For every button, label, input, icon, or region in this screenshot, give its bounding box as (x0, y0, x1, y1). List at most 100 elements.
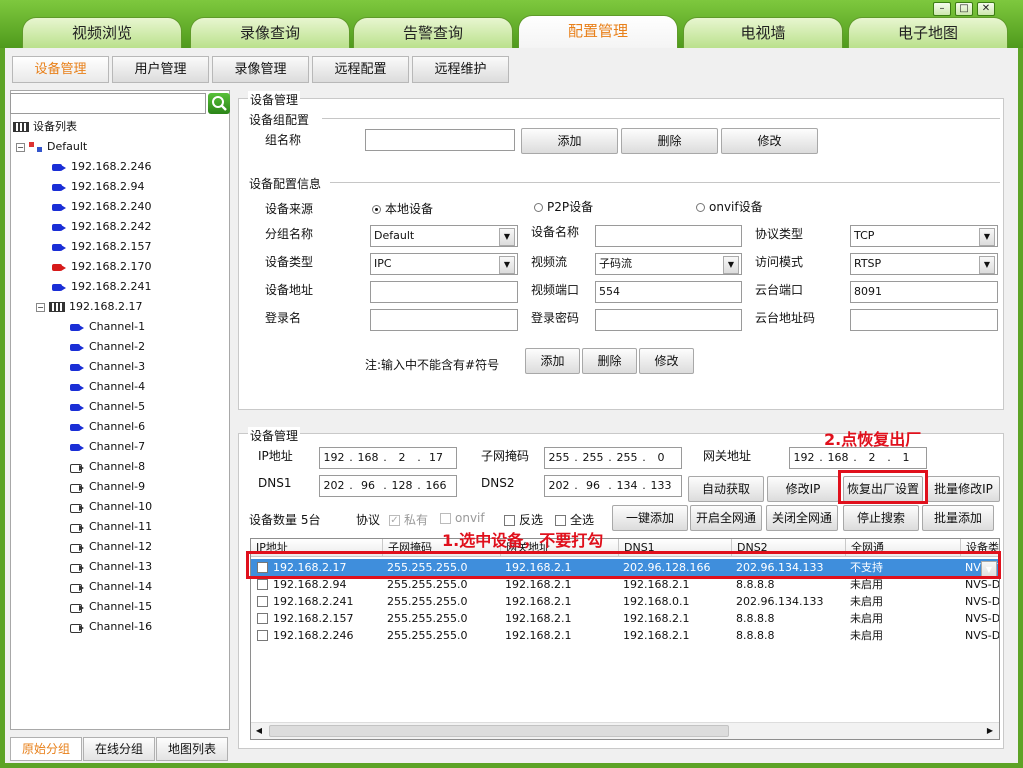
table-row[interactable]: 192.168.2.157 255.255.255.0 192.168.2.1 192… (251, 610, 999, 627)
protocol-select[interactable]: TCP (850, 225, 998, 247)
batch-modify-ip-button[interactable]: 批量修改IP (927, 476, 1000, 502)
scroll-right-icon[interactable]: ▶ (982, 723, 998, 739)
tab-bottom-2[interactable]: 在线分组 (83, 737, 155, 761)
source-p2p-radio[interactable]: P2P设备 (534, 198, 593, 215)
access-mode-select[interactable]: RTSP (850, 253, 998, 275)
tab-sub-1[interactable]: 设备管理 (12, 56, 109, 83)
protocol-label: 协议类型 (755, 227, 804, 241)
row-checkbox[interactable] (257, 579, 268, 590)
row-checkbox[interactable] (257, 630, 268, 641)
scrollbar-thumb[interactable] (269, 725, 729, 737)
group-add-button[interactable]: 添加 (521, 128, 618, 154)
tree-channel[interactable]: Channel-16 (70, 618, 152, 636)
open-all-network-button[interactable]: 开启全网通 (690, 505, 762, 531)
tree-device[interactable]: 192.168.2.170 (52, 258, 151, 276)
group-name-input[interactable] (365, 129, 515, 151)
minimize-icon[interactable]: – (933, 2, 951, 16)
tab-sub-4[interactable]: 远程配置 (312, 56, 409, 83)
dns1-input[interactable]: 202. 96. 128. 166 (319, 475, 457, 497)
tab-sub-3[interactable]: 录像管理 (212, 56, 309, 83)
divider (322, 118, 1000, 119)
tree-device[interactable]: 192.168.2.240 (52, 198, 151, 216)
ptz-address-input[interactable] (850, 309, 998, 331)
select-all-checkbox[interactable]: 全选 (555, 511, 594, 528)
tree-channel[interactable]: Channel-1 (70, 318, 145, 336)
source-local-radio[interactable]: 本地设备 (372, 200, 433, 217)
password-input[interactable] (595, 309, 742, 331)
tab-main-1[interactable]: 视频浏览 (22, 17, 182, 49)
search-button[interactable] (208, 93, 230, 114)
tree-channel[interactable]: Channel-11 (70, 518, 152, 536)
close-icon[interactable]: ✕ (977, 2, 995, 16)
one-click-add-button[interactable]: 一键添加 (612, 505, 688, 531)
tree-channel[interactable]: Channel-10 (70, 498, 152, 516)
search-input[interactable] (10, 93, 206, 114)
table-row[interactable]: 192.168.2.241 255.255.255.0 192.168.2.1 192… (251, 593, 999, 610)
tree-channel[interactable]: Channel-5 (70, 398, 145, 416)
collapse-icon[interactable]: − (16, 142, 25, 152)
tree-channel[interactable]: Channel-7 (70, 438, 145, 456)
tab-bottom-1[interactable]: 原始分组 (10, 737, 82, 761)
tree-channel[interactable]: Channel-12 (70, 538, 152, 556)
tree-device[interactable]: 192.168.2.242 (52, 218, 151, 236)
tab-sub-2[interactable]: 用户管理 (112, 56, 209, 83)
subnet-mask-input[interactable]: 255. 255. 255. 0 (544, 447, 682, 469)
tree-channel[interactable]: Channel-14 (70, 578, 152, 596)
device-name-input[interactable] (595, 225, 742, 247)
close-all-network-button[interactable]: 关闭全网通 (766, 505, 838, 531)
tree-channel[interactable]: Channel-9 (70, 478, 145, 496)
tree-channel[interactable]: Channel-2 (70, 338, 145, 356)
batch-add-button[interactable]: 批量添加 (922, 505, 994, 531)
tree-channel[interactable]: Channel-15 (70, 598, 152, 616)
group-modify-button[interactable]: 修改 (721, 128, 818, 154)
modify-ip-button[interactable]: 修改IP (767, 476, 839, 502)
tree-device[interactable]: 192.168.2.246 (52, 158, 151, 176)
row-checkbox[interactable] (257, 596, 268, 607)
row-checkbox[interactable] (257, 613, 268, 624)
dns2-input[interactable]: 202. 96. 134. 133 (544, 475, 682, 497)
tab-sub-5[interactable]: 远程维护 (412, 56, 509, 83)
tree-channel[interactable]: Channel-6 (70, 418, 145, 436)
tree-root[interactable]: 设备列表 (13, 118, 77, 136)
device-address-input[interactable] (370, 281, 518, 303)
tab-main-6[interactable]: 电子地图 (848, 17, 1008, 49)
group-delete-button[interactable]: 删除 (621, 128, 718, 154)
ip-address-input[interactable]: 192. 168. 2. 17 (319, 447, 457, 469)
login-input[interactable] (370, 309, 518, 331)
source-onvif-radio[interactable]: onvif设备 (696, 198, 763, 215)
table-cell: 192.168.0.1 (623, 595, 690, 608)
tree-device[interactable]: 192.168.2.157 (52, 238, 151, 256)
stream-select[interactable]: 子码流 (595, 253, 742, 275)
device-modify-button[interactable]: 修改 (639, 348, 694, 374)
tab-bottom-3[interactable]: 地图列表 (156, 737, 228, 761)
gateway-label: 网关地址 (703, 449, 752, 463)
scroll-left-icon[interactable]: ◀ (251, 723, 267, 739)
table-row[interactable]: 192.168.2.246 255.255.255.0 192.168.2.1 192… (251, 627, 999, 644)
tree-device[interactable]: 192.168.2.94 (52, 178, 144, 196)
maximize-icon[interactable]: □ (955, 2, 973, 16)
video-port-input[interactable]: 554 (595, 281, 742, 303)
auto-get-button[interactable]: 自动获取 (688, 476, 764, 502)
tree-nvr[interactable]: −192.168.2.17 (36, 298, 142, 316)
invert-checkbox[interactable]: 反选 (504, 511, 543, 528)
device-delete-button[interactable]: 删除 (582, 348, 637, 374)
collapse-icon[interactable]: − (36, 302, 45, 312)
tab-main-2[interactable]: 录像查询 (190, 17, 350, 49)
group-select[interactable]: Default (370, 225, 518, 247)
tree-device[interactable]: 192.168.2.241 (52, 278, 151, 296)
device-name-label: 设备名称 (531, 225, 580, 239)
tree-channel[interactable]: Channel-8 (70, 458, 145, 476)
tab-main-3[interactable]: 告警查询 (353, 17, 513, 49)
gateway-input[interactable]: 192. 168. 2. 1 (789, 447, 927, 469)
stop-search-button[interactable]: 停止搜索 (843, 505, 919, 531)
tree-channel[interactable]: Channel-13 (70, 558, 152, 576)
tab-main-5[interactable]: 电视墙 (683, 17, 843, 49)
device-add-button[interactable]: 添加 (525, 348, 580, 374)
tree-group-default[interactable]: − Default (16, 138, 87, 156)
ptz-port-input[interactable]: 8091 (850, 281, 998, 303)
tree-channel[interactable]: Channel-4 (70, 378, 145, 396)
device-type-select[interactable]: IPC (370, 253, 518, 275)
horizontal-scrollbar[interactable]: ◀ ▶ (251, 722, 999, 739)
tree-channel[interactable]: Channel-3 (70, 358, 145, 376)
tab-main-4[interactable]: 配置管理 (518, 15, 678, 49)
